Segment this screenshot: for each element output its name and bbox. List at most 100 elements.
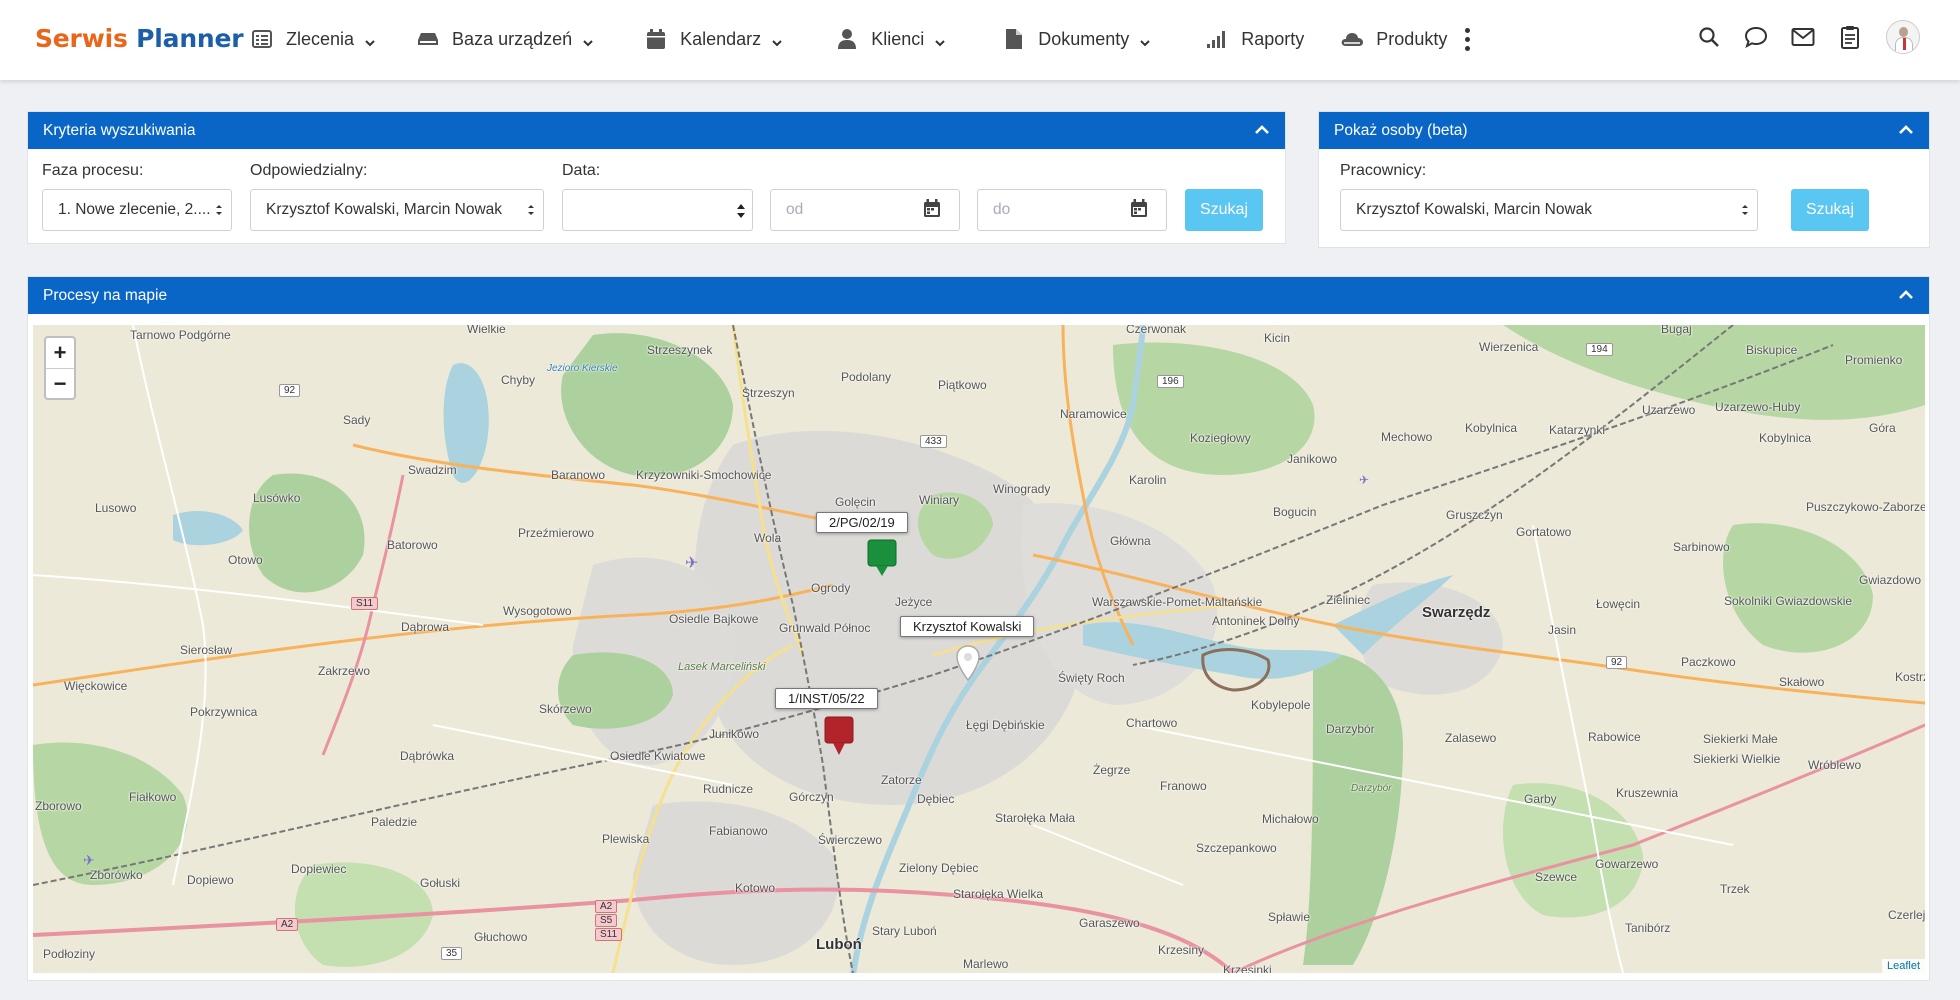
map-place-label: Strzeszyn [742,386,795,400]
nav-raporty[interactable]: Raporty [1205,0,1304,78]
map-place-label: Zatorze [881,773,922,787]
map-place-label: Gołuski [420,876,461,890]
map-place-label: Dębiec [917,792,955,806]
date-from-calendar-button[interactable] [904,189,960,231]
map-place-label: Krzyżowniki-Smochowice [636,468,772,482]
chevron-down-icon [582,33,594,47]
map-panel-title: Procesy na mapie [43,286,168,304]
map-place-label: Kostrzyn [1895,670,1925,684]
map-place-label: Bogucin [1273,505,1317,519]
nav-baza-urzadzen[interactable]: Baza urządzeń [416,0,594,78]
people-search-button[interactable]: Szukaj [1791,189,1869,231]
map-place-label: Darzybór [1351,783,1392,794]
nav-produkty[interactable]: Produkty [1340,0,1447,78]
red-marker-icon[interactable] [823,715,855,762]
process-map[interactable]: 92 433 196 194 S11 92 A2 A2 S5 S11 35 Ta… [33,325,1925,973]
search-criteria-header[interactable]: Kryteria wyszukiwania [28,112,1285,149]
zoom-out-button[interactable]: − [46,368,74,398]
map-place-label: Siekierki Wielkie [1693,752,1781,766]
road-number-badge: 92 [279,384,301,397]
map-place-label: Garby [1524,792,1557,806]
map-place-label: Dopiewo [187,873,234,887]
people-panel-header[interactable]: Pokaż osoby (beta) [1319,112,1929,149]
map-place-label: Więckowice [64,679,128,693]
map-place-label: Kicin [1264,331,1291,345]
signal-bars-icon [1205,27,1229,51]
map-place-label: Paczkowo [1681,655,1736,669]
map-place-label: Sarbinowo [1673,540,1730,554]
map-place-label: Siekierki Małe [1703,732,1778,746]
marker-label-1-inst: 1/INST/05/22 [775,688,878,709]
road-number-badge: 194 [1586,343,1613,356]
search-button[interactable]: Szukaj [1185,189,1263,231]
map-place-label: Paledzie [371,815,418,829]
chat-icon[interactable] [1742,23,1770,51]
nav-zlecenia-label: Zlecenia [286,28,355,49]
map-place-label: Luboń [816,936,862,953]
map-place-label: Wola [754,531,782,545]
search-icon[interactable] [1695,23,1723,51]
device-icon [416,27,440,51]
nav-dokumenty[interactable]: Dokumenty [1002,0,1151,78]
map-place-label: Zalasewo [1445,731,1497,745]
map-place-label: Chartowo [1126,716,1178,730]
workers-select-value: Krzysztof Kowalski, Marcin Nowak [1356,201,1593,218]
user-avatar[interactable] [1886,20,1920,54]
map-place-label: Gowarzewo [1595,857,1659,871]
date-range-select[interactable] [562,189,753,231]
map-place-label: Wróblewo [1808,758,1862,772]
map-place-label: Tarnowo Podgórne [130,328,231,342]
road-number-badge: 433 [920,435,947,448]
nav-kalendarz[interactable]: Kalendarz [644,0,783,78]
workers-select[interactable]: Krzysztof Kowalski, Marcin Nowak [1340,189,1758,231]
map-place-label: Wysogotowo [503,604,572,618]
green-marker-icon[interactable] [866,538,898,583]
brand-logo[interactable]: Serwis Planner [35,24,244,53]
top-navbar: Serwis Planner Zlecenia Baza urządzeń Ka… [0,0,1960,80]
map-place-label: Osiedle Kwiatowe [610,749,706,763]
date-to-input[interactable]: do [977,189,1112,231]
map-place-label: Jeżyce [895,595,933,609]
phase-select[interactable]: 1. Nowe zlecenie, 2.... [42,189,232,231]
map-place-label: Sady [343,413,371,427]
map-place-label: Starołęka Mała [995,811,1076,825]
map-place-label: Kotowo [735,881,776,895]
clipboard-icon[interactable] [1836,23,1864,51]
collapse-icon[interactable] [1897,286,1915,304]
chevron-down-icon [364,33,376,47]
search-criteria-title: Kryteria wyszukiwania [43,121,196,139]
collapse-icon[interactable] [1897,121,1915,139]
map-place-label: Uzarzewo [1642,403,1696,417]
responsible-label: Odpowiedzialny: [250,162,368,179]
responsible-select[interactable]: Krzysztof Kowalski, Marcin Nowak [250,189,544,231]
airport-icon: ✈ [83,852,95,868]
more-menu-icon[interactable] [1465,27,1471,51]
map-place-label: Rudnicze [703,782,754,796]
map-place-label: Bugaj [1661,325,1692,336]
date-to-calendar-button[interactable] [1111,189,1167,231]
map-place-label: Dąbrowa [401,620,450,634]
map-place-label: Skórzewo [539,702,592,716]
collapse-icon[interactable] [1253,121,1271,139]
date-from-input[interactable]: od [770,189,905,231]
date-from-placeholder: od [786,201,804,218]
map-place-label: Puszczykowo-Zaborze [1806,500,1925,514]
nav-dokumenty-label: Dokumenty [1038,28,1130,49]
map-place-label: Gortatowo [1516,525,1572,539]
person-location-marker-icon[interactable] [955,644,981,687]
nav-zlecenia[interactable]: Zlecenia [250,0,376,78]
nav-klienci[interactable]: Klienci [835,0,946,78]
header-actions [1676,20,1920,54]
map-place-label: Dopiewiec [291,862,347,876]
map-place-label: Podolany [841,370,892,384]
road-number-badge: 196 [1157,375,1184,388]
map-place-label: Baranowo [551,468,606,482]
map-place-label: Fiałkowo [129,790,177,804]
zoom-in-button[interactable]: + [46,338,74,368]
map-panel-header[interactable]: Procesy na mapie [28,277,1929,314]
nav-kalendarz-label: Kalendarz [680,28,762,49]
workers-label: Pracownicy: [1340,162,1427,179]
leaflet-attribution[interactable]: Leaflet [1881,959,1925,973]
mail-icon[interactable] [1789,23,1817,51]
date-label: Data: [562,162,601,179]
